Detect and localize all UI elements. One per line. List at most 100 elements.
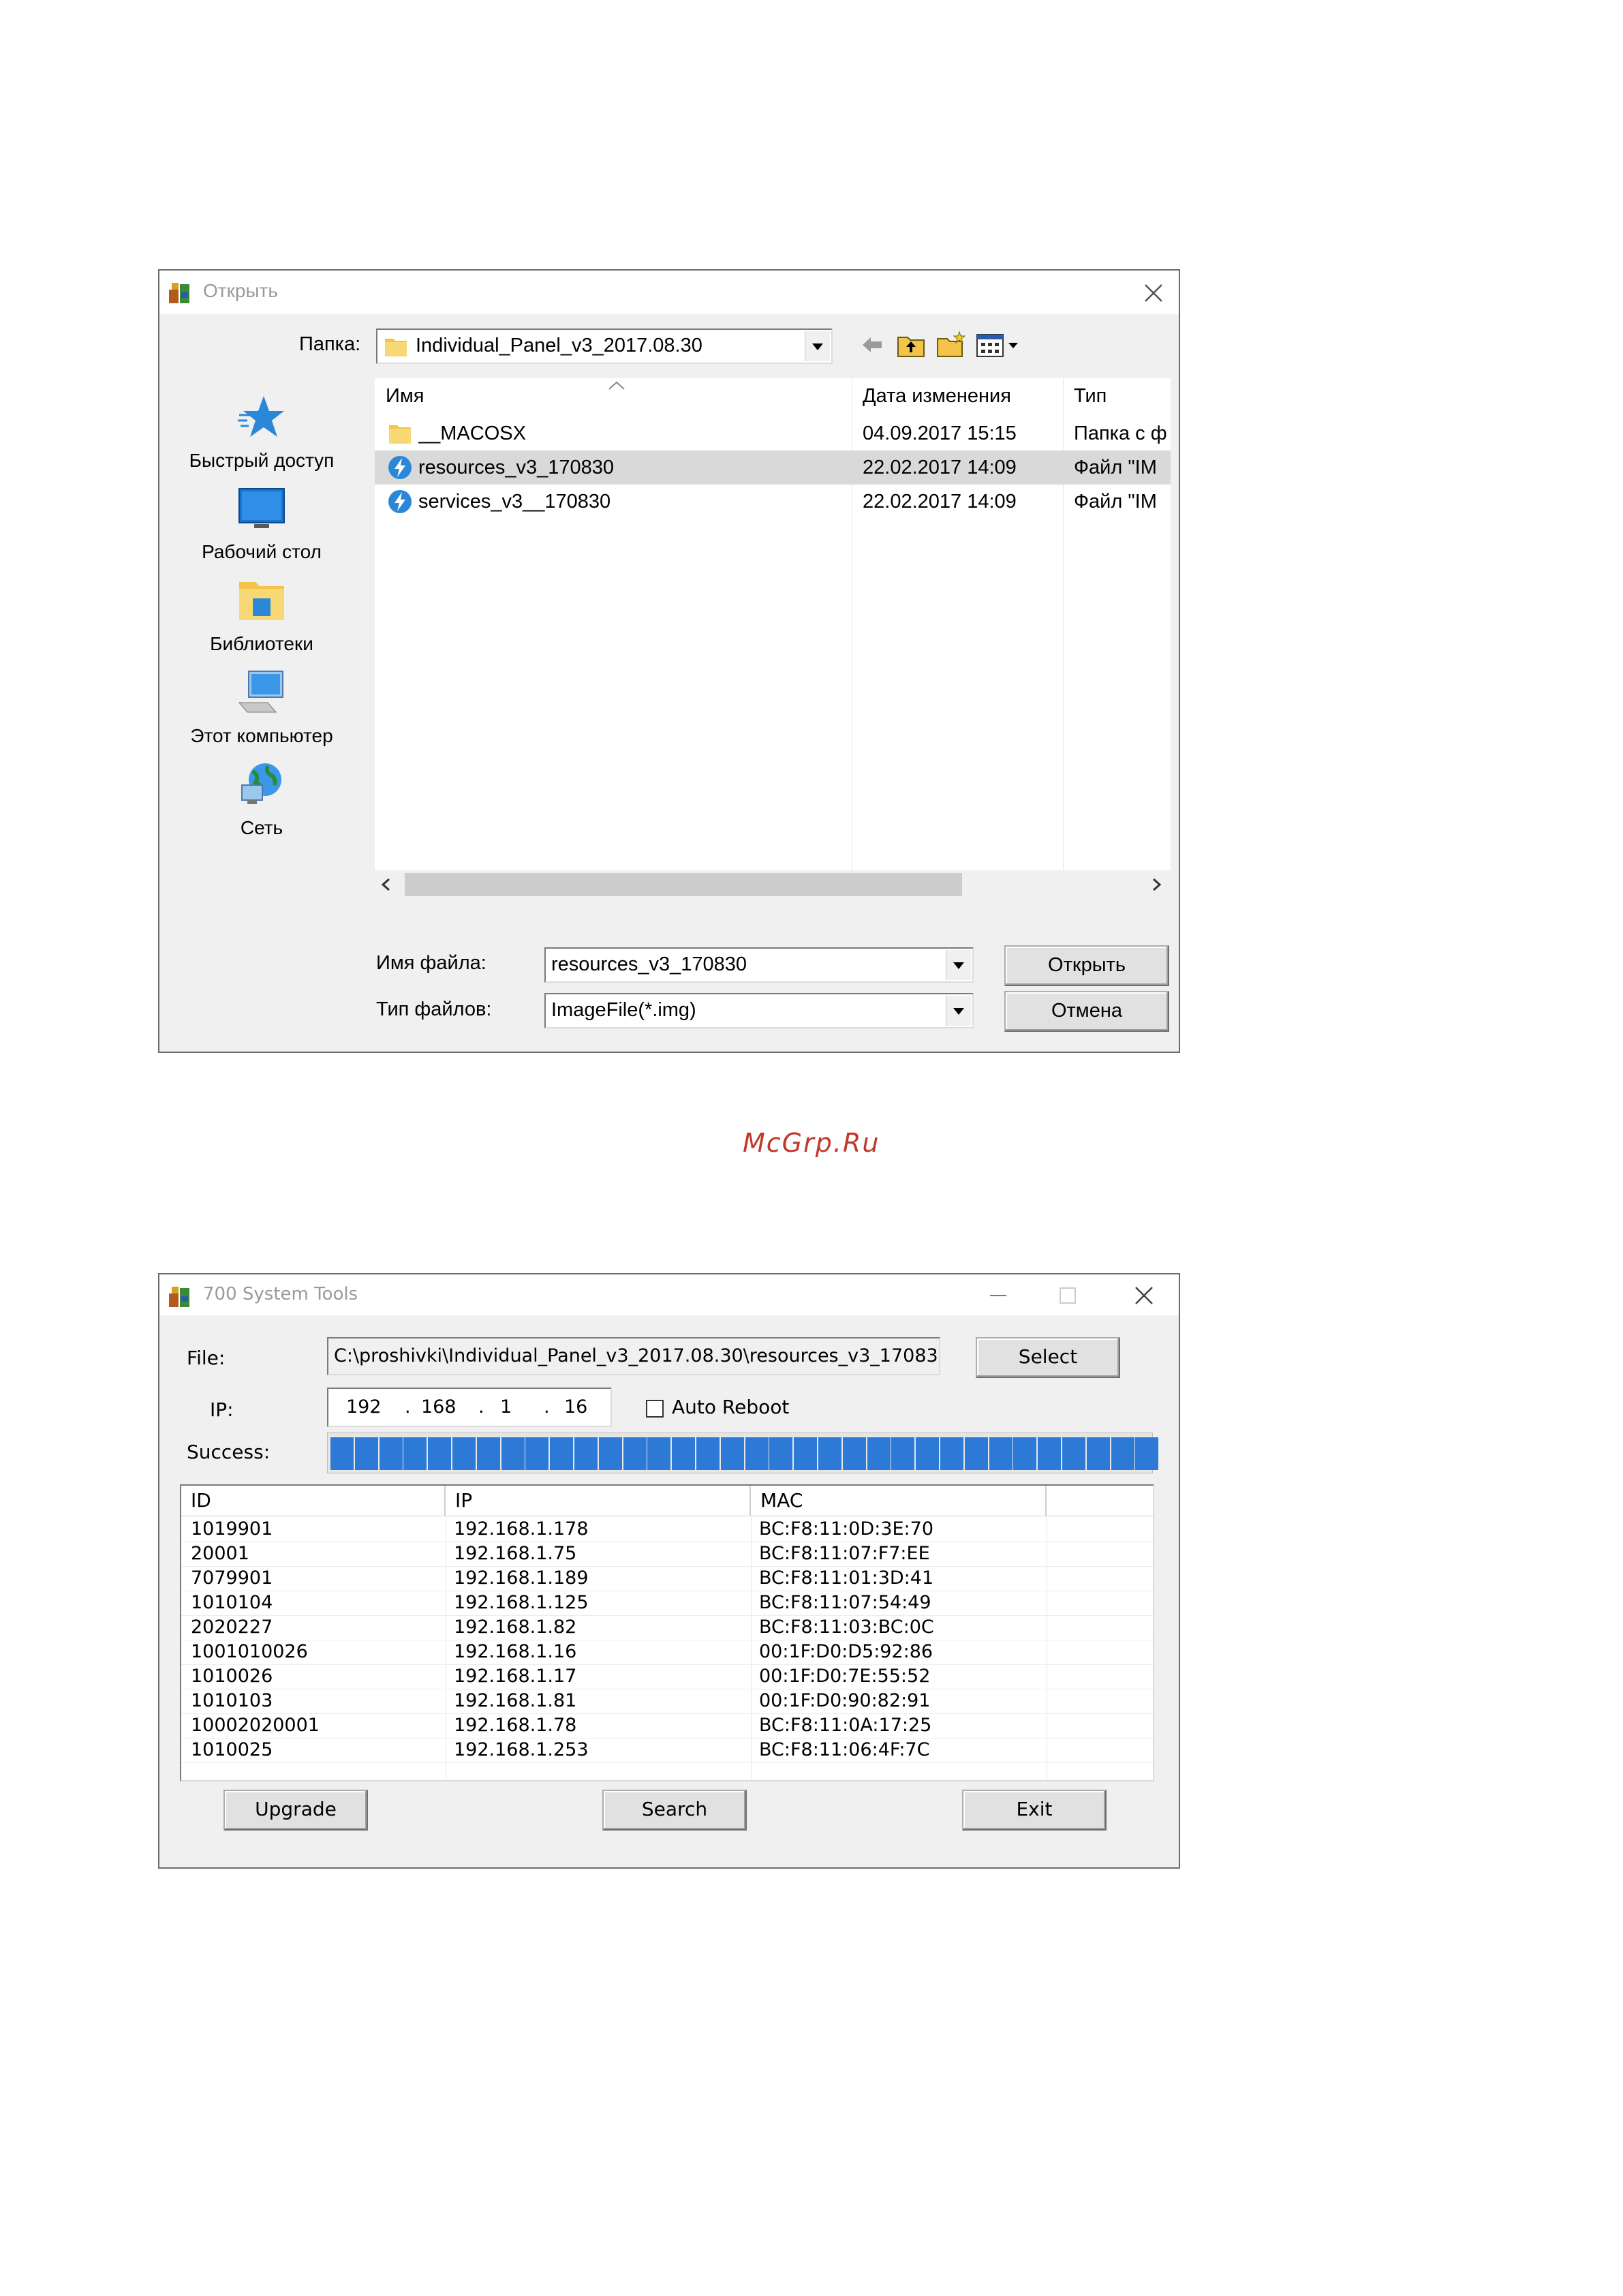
ip-octet-4[interactable]: 16 <box>564 1389 587 1426</box>
maximize-icon[interactable] <box>1057 1285 1078 1306</box>
app-icon <box>169 283 189 303</box>
table-row[interactable]: 20001 192.168.1.75 BC:F8:11:07:F7:EE <box>181 1542 1153 1567</box>
place-this-computer[interactable]: Этот компьютер <box>159 670 364 747</box>
cell-mac: BC:F8:11:07:54:49 <box>759 1592 931 1613</box>
scrollbar-thumb[interactable] <box>405 873 962 896</box>
cancel-button[interactable]: Отмена <box>1004 991 1169 1032</box>
ip-octet-2[interactable]: 168 <box>421 1389 457 1426</box>
place-network[interactable]: Сеть <box>159 762 364 839</box>
open-button[interactable]: Открыть <box>1004 945 1169 986</box>
progress-segment <box>818 1437 841 1470</box>
progress-segment <box>964 1437 988 1470</box>
auto-reboot-label[interactable]: Auto Reboot <box>672 1396 789 1418</box>
column-header-id[interactable]: ID <box>181 1486 446 1516</box>
table-row[interactable]: 1010025 192.168.1.253 BC:F8:11:06:4F:7C <box>181 1738 1153 1763</box>
place-quick-access[interactable]: Быстрый доступ <box>159 395 364 472</box>
search-button[interactable]: Search <box>602 1790 747 1831</box>
cell-mac: BC:F8:11:01:3D:41 <box>759 1567 934 1589</box>
file-name: __MACOSX <box>418 423 526 444</box>
cell-ip: 192.168.1.81 <box>454 1690 577 1711</box>
upgrade-button[interactable]: Upgrade <box>223 1790 368 1831</box>
ip-octet-3[interactable]: 1 <box>500 1389 512 1426</box>
close-icon[interactable] <box>1143 283 1164 303</box>
file-row-selected[interactable]: resources_v3_170830 22.02.2017 14:09 Фай… <box>375 450 1171 485</box>
file-type: Файл "IM <box>1074 457 1157 478</box>
progress-segment <box>1062 1437 1085 1470</box>
select-button[interactable]: Select <box>976 1337 1120 1378</box>
minimize-icon[interactable] <box>988 1285 1008 1306</box>
progress-segment <box>354 1437 378 1470</box>
ip-octet-1[interactable]: 192 <box>346 1389 382 1426</box>
table-row[interactable]: 1010103 192.168.1.81 00:1F:D0:90:82:91 <box>181 1689 1153 1714</box>
dialog-titlebar: Открыть <box>159 271 1179 314</box>
cell-ip: 192.168.1.178 <box>454 1518 589 1540</box>
cell-mac: 00:1F:D0:7E:55:52 <box>759 1666 931 1687</box>
cell-id: 10002020001 <box>191 1715 320 1736</box>
progress-segment <box>1111 1437 1134 1470</box>
image-file-icon <box>388 490 412 513</box>
place-desktop[interactable]: Рабочий стол <box>159 486 364 563</box>
dialog-title: Открыть <box>203 280 278 301</box>
place-label: Этот компьютер <box>190 725 333 746</box>
progress-segment <box>1013 1437 1037 1470</box>
back-arrow-icon[interactable] <box>860 333 884 356</box>
chevron-down-icon[interactable] <box>946 950 971 980</box>
close-icon[interactable] <box>1134 1285 1154 1306</box>
folder-icon <box>385 339 407 356</box>
filetype-select[interactable]: ImageFile(*.img) <box>544 993 974 1028</box>
progress-segment <box>403 1437 427 1470</box>
horizontal-scrollbar[interactable] <box>375 870 1171 899</box>
table-row[interactable]: 1001010026 192.168.1.16 00:1F:D0:D5:92:86 <box>181 1640 1153 1665</box>
tool-titlebar: 700 System Tools <box>159 1274 1179 1315</box>
place-libraries[interactable]: Библиотеки <box>159 578 364 655</box>
cell-ip: 192.168.1.82 <box>454 1617 577 1638</box>
chevron-down-icon[interactable] <box>946 996 971 1026</box>
column-header-ip[interactable]: IP <box>446 1486 751 1516</box>
file-path-input[interactable]: C:\proshivki\Individual_Panel_v3_2017.08… <box>327 1337 940 1375</box>
scroll-left-icon[interactable] <box>379 877 394 892</box>
new-folder-icon[interactable] <box>936 331 966 358</box>
table-row[interactable]: 1010026 192.168.1.17 00:1F:D0:7E:55:52 <box>181 1664 1153 1689</box>
table-row[interactable]: 1010104 192.168.1.125 BC:F8:11:07:54:49 <box>181 1591 1153 1616</box>
table-row[interactable]: 2020227 192.168.1.82 BC:F8:11:03:BC:0C <box>181 1615 1153 1640</box>
cell-ip: 192.168.1.189 <box>454 1567 589 1589</box>
file-name: services_v3__170830 <box>418 491 611 512</box>
up-folder-icon[interactable] <box>897 332 925 358</box>
column-header-name[interactable]: Имя <box>375 378 852 414</box>
progress-segment <box>574 1437 598 1470</box>
column-header-date[interactable]: Дата изменения <box>852 378 1063 414</box>
file-name: resources_v3_170830 <box>418 457 614 478</box>
file-path-value: C:\proshivki\Individual_Panel_v3_2017.08… <box>334 1345 940 1366</box>
image-file-icon <box>388 456 412 479</box>
cell-ip: 192.168.1.16 <box>454 1641 577 1662</box>
chevron-down-icon[interactable] <box>805 331 830 361</box>
progress-segment <box>672 1437 696 1470</box>
progress-segment <box>867 1437 891 1470</box>
file-list[interactable]: Имя Дата изменения Тип __MACOSX 04.09.20… <box>375 378 1171 870</box>
cell-ip: 192.168.1.125 <box>454 1592 589 1613</box>
filename-input[interactable]: resources_v3_170830 <box>544 947 974 983</box>
column-header-mac[interactable]: MAC <box>751 1486 1047 1516</box>
table-row[interactable]: 10002020001 192.168.1.78 BC:F8:11:0A:17:25 <box>181 1713 1153 1739</box>
folder-combo[interactable]: Individual_Panel_v3_2017.08.30 <box>376 328 833 364</box>
filename-label: Имя файла: <box>376 952 486 974</box>
file-row[interactable]: __MACOSX 04.09.2017 15:15 Папка с ф <box>375 416 1171 450</box>
place-label: Библиотеки <box>210 633 313 654</box>
device-table[interactable]: ID IP MAC 1019901 192.168.1.178 BC:F8:11:0… <box>180 1484 1154 1781</box>
star-icon <box>238 396 284 437</box>
tool-title: 700 System Tools <box>203 1284 358 1304</box>
auto-reboot-checkbox[interactable] <box>646 1400 664 1418</box>
watermark: McGrp.Ru <box>743 1128 880 1158</box>
table-row[interactable]: 7079901 192.168.1.189 BC:F8:11:01:3D:41 <box>181 1566 1153 1591</box>
scroll-right-icon[interactable] <box>1149 877 1164 892</box>
ip-address-input[interactable]: 192 . 168 . 1 . 16 <box>327 1388 612 1427</box>
desktop-icon <box>238 488 285 528</box>
column-header-type[interactable]: Тип <box>1063 378 1171 414</box>
filename-value: resources_v3_170830 <box>551 953 747 975</box>
exit-button[interactable]: Exit <box>962 1790 1107 1831</box>
view-menu-icon[interactable] <box>976 333 1023 358</box>
cell-id: 1010025 <box>191 1739 273 1760</box>
progress-segment <box>623 1437 647 1470</box>
file-row[interactable]: services_v3__170830 22.02.2017 14:09 Фай… <box>375 485 1171 519</box>
table-row[interactable]: 1019901 192.168.1.178 BC:F8:11:0D:3E:70 <box>181 1517 1153 1542</box>
